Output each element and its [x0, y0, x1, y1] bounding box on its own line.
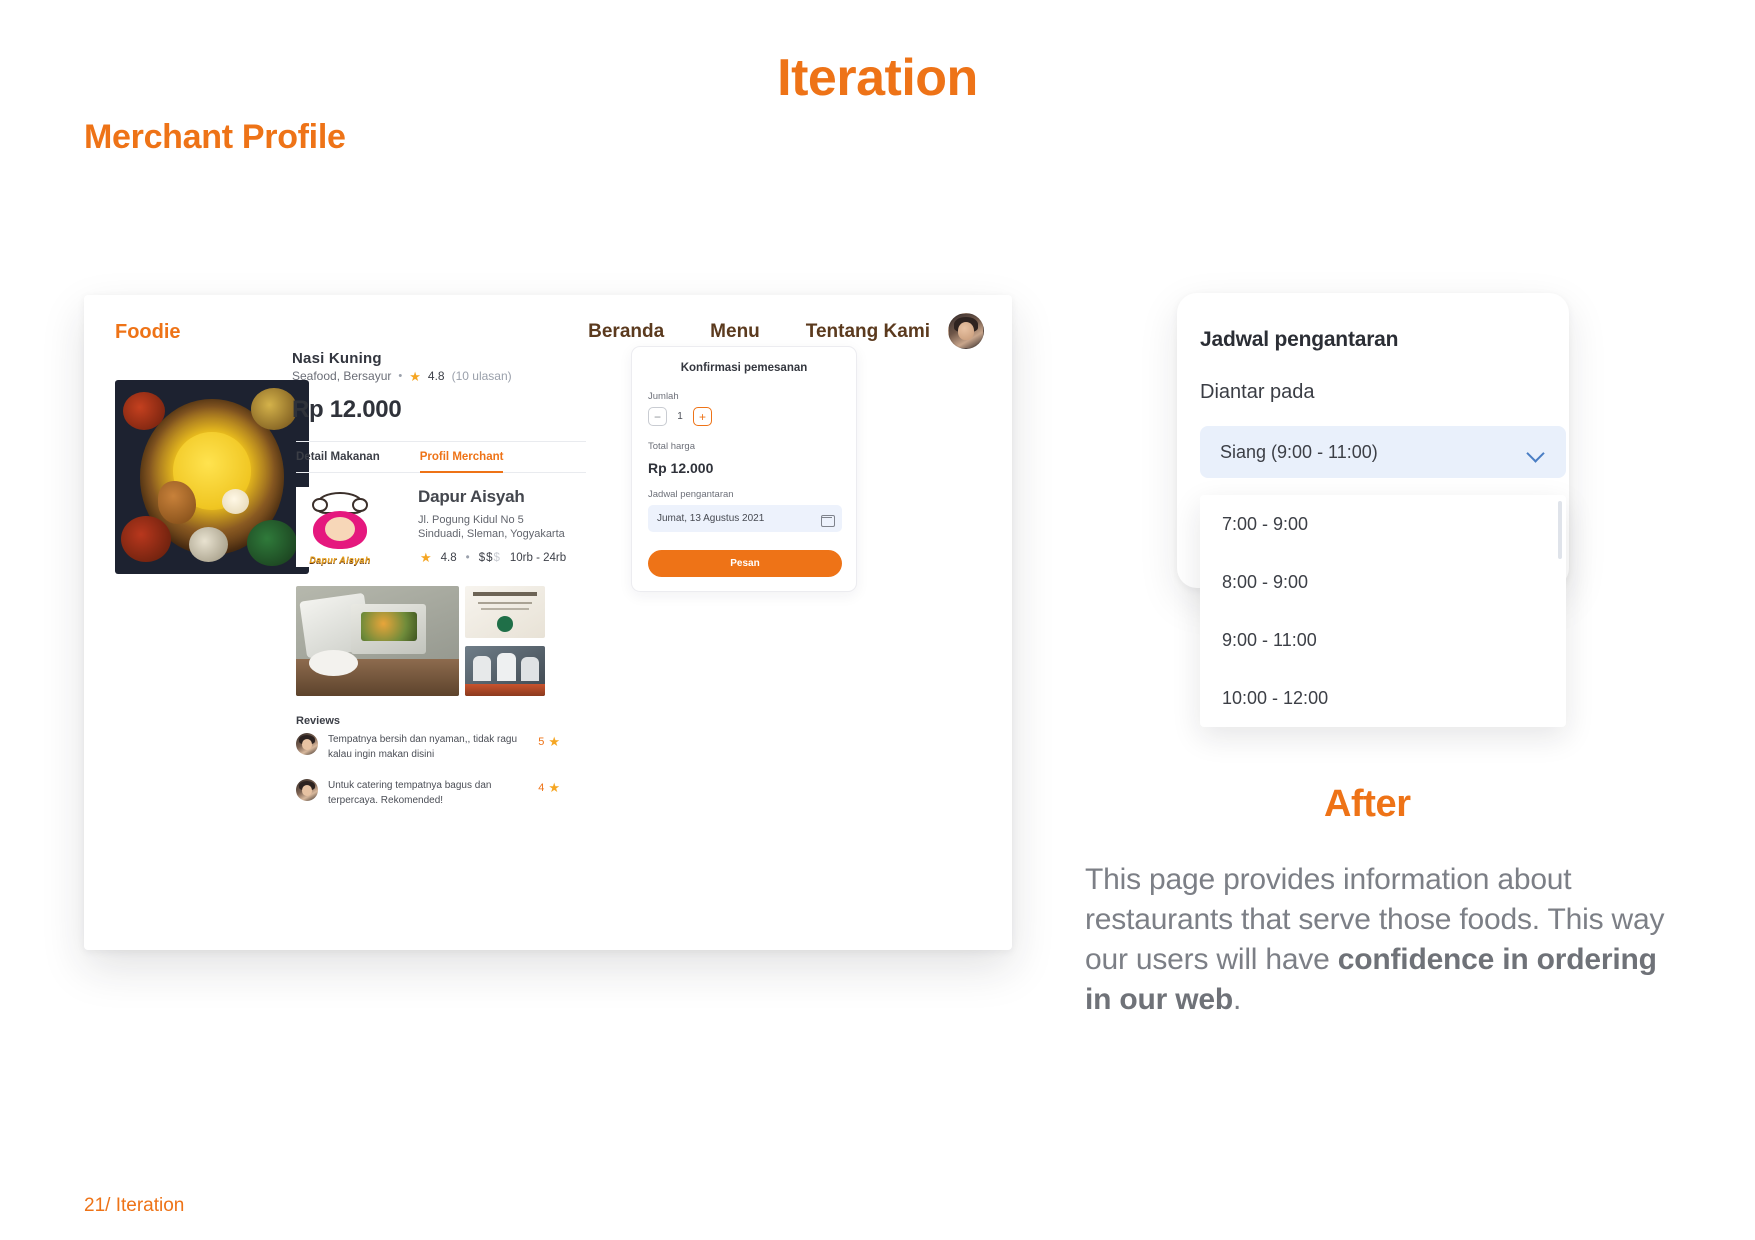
merchant-rating: 4.8: [440, 551, 457, 564]
avatar[interactable]: [948, 313, 984, 349]
quantity-stepper: − 1 +: [648, 407, 712, 426]
quantity-decrement-button[interactable]: −: [648, 407, 667, 426]
options-scrollbar[interactable]: [1558, 501, 1562, 559]
nav-link-tentang-kami[interactable]: Tentang Kami: [806, 321, 930, 343]
after-description-part2: .: [1233, 982, 1242, 1016]
chef-1: [473, 656, 491, 681]
price-level-empty: $: [493, 551, 501, 564]
order-panel-title: Konfirmasi pemesanan: [680, 362, 808, 374]
dish-side-3: [120, 515, 172, 563]
dish-side-2: [250, 387, 298, 431]
certificate-line-2: [481, 607, 529, 611]
dish-egg: [221, 488, 249, 514]
slide-footer: 21/ Iteration: [84, 1195, 185, 1216]
dish-side-5: [188, 527, 228, 563]
product-categories: Seafood, Bersayur: [292, 369, 392, 383]
nav-link-beranda[interactable]: Beranda: [588, 321, 664, 343]
after-title: After: [1324, 783, 1411, 825]
nav-link-menu[interactable]: Menu: [710, 321, 760, 343]
certificate-line-1: [477, 601, 533, 605]
schedule-heading: Jadwal pengantaran: [1200, 328, 1399, 351]
meta-separator: •: [398, 370, 403, 382]
calendar-icon: [821, 513, 835, 527]
chefs-table: [465, 684, 545, 696]
after-description: This page provides information about res…: [1085, 860, 1685, 1020]
reviewer-avatar: [296, 733, 318, 755]
brand-logo[interactable]: Foodie: [115, 321, 181, 344]
product-reviews-count: (10 ulasan): [451, 369, 512, 383]
tab-detail-makanan[interactable]: Detail Makanan: [296, 441, 380, 473]
review-item: Untuk catering tempatnya bagus dan terpe…: [296, 779, 586, 808]
delivery-date-value: Jumat, 13 Agustus 2021: [657, 513, 765, 524]
merchant-profile-mockup: Foodie Beranda Menu Tentang Kami: [84, 295, 1012, 950]
option-item[interactable]: 8:00 - 9:00: [1200, 553, 1566, 611]
gallery-main-food: [361, 612, 417, 641]
product-meta: Seafood, Bersayur • ★ 4.8 (10 ulasan): [292, 369, 512, 383]
star-icon: ★: [420, 550, 432, 565]
section-title: Merchant Profile: [84, 118, 346, 156]
schedule-subheading: Diantar pada: [1200, 381, 1315, 403]
quantity-label: Jumlah: [648, 391, 679, 402]
gallery-image-chefs[interactable]: [465, 646, 545, 696]
chef-2: [497, 653, 517, 681]
merchant-name: Dapur Aisyah: [418, 487, 525, 506]
certificate-title-bar: [473, 592, 537, 596]
merchant-stats: ★ 4.8 • $$$ 10rb - 24rb: [420, 551, 566, 564]
order-submit-button[interactable]: Pesan: [648, 550, 842, 577]
avatar-face: [957, 322, 975, 340]
star-icon: ★: [409, 368, 421, 384]
chef-3: [521, 657, 539, 681]
star-icon: ★: [548, 734, 560, 749]
certificate-seal: [497, 616, 513, 632]
star-icon: ★: [548, 780, 560, 795]
product-price: Rp 12.000: [292, 396, 402, 423]
total-price-label: Total harga: [648, 441, 696, 452]
delivery-schedule-label: Jadwal pengantaran: [648, 489, 734, 500]
order-confirmation-panel: Konfirmasi pemesanan Jumlah − 1 + Total …: [631, 346, 857, 592]
slide-title: Iteration: [777, 49, 978, 107]
delivery-time-select[interactable]: Siang (9:00 - 11:00): [1200, 426, 1566, 478]
option-item[interactable]: 9:00 - 11:00: [1200, 611, 1566, 669]
chevron-down-icon: [1528, 444, 1544, 460]
reviewer-face: [301, 738, 313, 750]
review-score-value: 5: [538, 735, 545, 748]
merchant-logo: Dapur Aisyah: [296, 487, 384, 567]
detail-tabs: Detail Makanan Profil Merchant: [296, 441, 586, 473]
product-image: [115, 380, 309, 574]
review-score-value: 4: [538, 781, 545, 794]
stats-separator: •: [465, 551, 470, 564]
delivery-date-field[interactable]: Jumat, 13 Agustus 2021: [648, 505, 842, 532]
price-level-filled: $$: [478, 551, 494, 564]
delivery-time-selected-value: Siang (9:00 - 11:00): [1220, 441, 1378, 462]
merchant-price-level: $$$: [479, 552, 501, 564]
product-name: Nasi Kuning: [292, 350, 382, 367]
quantity-value[interactable]: 1: [675, 411, 685, 422]
gallery-image-main[interactable]: [296, 586, 459, 696]
option-item[interactable]: 7:00 - 9:00: [1200, 495, 1566, 553]
merchant-price-range: 10rb - 24rb: [509, 551, 567, 564]
dish-side-4: [246, 519, 298, 567]
merchant-address-line2: Sinduadi, Sleman, Yogyakarta: [418, 528, 565, 540]
review-text: Untuk catering tempatnya bagus dan terpe…: [328, 780, 492, 806]
product-rating: 4.8: [427, 369, 445, 383]
merchant-address-line1: Jl. Pogung Kidul No 5: [418, 514, 524, 526]
review-text: Tempatnya bersih dan nyaman,, tidak ragu…: [328, 734, 517, 760]
option-item[interactable]: 10:00 - 12:00: [1200, 669, 1566, 727]
slide-root: Iteration Merchant Profile Foodie Berand…: [0, 0, 1755, 1240]
nav-links: Beranda Menu Tentang Kami: [588, 321, 930, 343]
reviewer-face: [301, 784, 313, 796]
review-item: Tempatnya bersih dan nyaman,, tidak ragu…: [296, 733, 586, 762]
merchant-logo-label: Dapur Aisyah: [309, 555, 371, 566]
quantity-increment-button[interactable]: +: [693, 407, 712, 426]
gallery-image-certificate[interactable]: [465, 586, 545, 638]
gallery-main-plate: [309, 649, 358, 677]
total-price-value: Rp 12.000: [648, 460, 714, 476]
tab-profil-merchant[interactable]: Profil Merchant: [419, 441, 503, 473]
delivery-time-options-list: 7:00 - 9:00 8:00 - 9:00 9:00 - 11:00 10:…: [1200, 495, 1566, 727]
reviews-heading: Reviews: [296, 715, 341, 727]
review-score: 5 ★: [538, 735, 560, 748]
reviewer-avatar: [296, 779, 318, 801]
review-score: 4 ★: [538, 781, 560, 794]
